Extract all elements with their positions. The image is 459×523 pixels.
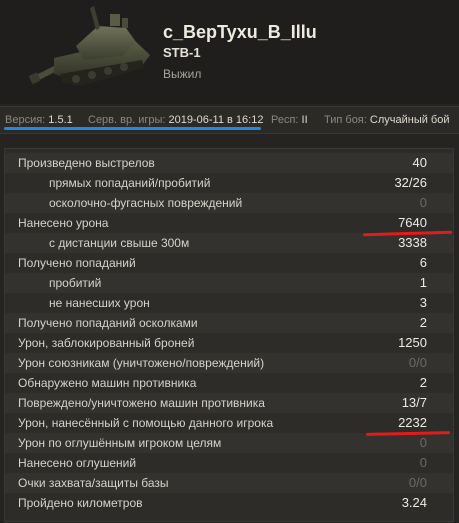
stat-label: Повреждено/уничтожено машин противника	[18, 396, 265, 410]
server-time-info: Серв. вр. игры: 2019-06-11 в 16:12	[88, 114, 263, 126]
stat-row-hits-pens: прямых попаданий/пробитий 32/26	[5, 173, 453, 193]
stat-row-stun-assist: Урон по оглушённым игроком целям 0	[5, 433, 453, 453]
resp-value: II	[301, 114, 308, 126]
stat-value: 0	[419, 455, 427, 470]
stat-label: Очки захвата/защиты базы	[18, 476, 169, 490]
blue-highlight-underline	[4, 127, 261, 130]
tank-name: STB-1	[163, 45, 201, 60]
stat-row-shots: Произведено выстрелов 40	[5, 153, 453, 173]
resp-label: Респ:	[271, 114, 299, 126]
stat-label: Урон по оглушённым игроком целям	[18, 436, 222, 450]
stat-value: 0	[419, 435, 427, 450]
stat-row-blocked-damage: Урон, заблокированный броней 1250	[5, 333, 453, 353]
stat-label: прямых попаданий/пробитий	[49, 176, 211, 190]
stat-value: 0	[419, 195, 427, 210]
stat-row-hits-received: Получено попаданий 6	[5, 253, 453, 273]
stat-value: 2232	[398, 415, 427, 430]
battle-header: c_BepTyxu_B_Illu STB-1 Выжил	[0, 0, 459, 104]
battle-type-label: Тип боя:	[324, 114, 367, 126]
battle-type-info: Тип боя: Случайный бой	[324, 114, 450, 126]
stat-value: 3	[419, 295, 427, 310]
stat-label: Нанесено оглушений	[18, 456, 137, 470]
stat-value: 40	[412, 155, 427, 170]
stat-value: 3338	[398, 235, 427, 250]
stats-panel: Произведено выстрелов 40 прямых попадани…	[4, 148, 454, 522]
stat-label: Пройдено километров	[18, 496, 143, 510]
stat-label: пробитий	[49, 276, 102, 290]
stat-row-splash-hits: Получено попаданий осколками 2	[5, 313, 453, 333]
stat-label: Обнаружено машин противника	[18, 376, 197, 390]
stat-value: 0/0	[408, 475, 427, 490]
stat-row-stuns: Нанесено оглушений 0	[5, 453, 453, 473]
player-name: c_BepTyxu_B_Illu	[163, 22, 317, 42]
stat-row-no-damage-hits: не нанесших урон 3	[5, 293, 453, 313]
survival-status: Выжил	[163, 67, 202, 81]
stat-label: осколочно-фугасных повреждений	[49, 196, 243, 210]
version-label: Версия:	[5, 114, 46, 126]
battle-type-value: Случайный бой	[369, 114, 450, 126]
stat-row-damaged-destroyed: Повреждено/уничтожено машин противника 1…	[5, 393, 453, 413]
stat-value: 2	[419, 375, 427, 390]
stat-value: 32/26	[394, 175, 427, 190]
stat-value: 1250	[398, 335, 427, 350]
stat-label: Урон союзникам (уничтожено/повреждений)	[18, 356, 265, 370]
stat-label: Урон, нанесённый с помощью данного игрок…	[18, 416, 274, 430]
stat-label: Урон, заблокированный броней	[18, 336, 195, 350]
stat-row-damage-dealt: Нанесено урона 7640	[5, 213, 453, 233]
stat-row-assist-damage: Урон, нанесённый с помощью данного игрок…	[5, 413, 453, 433]
stat-row-team-damage: Урон союзникам (уничтожено/повреждений) …	[5, 353, 453, 373]
stat-row-he-damage: осколочно-фугасных повреждений 0	[5, 193, 453, 213]
stat-value: 13/7	[401, 395, 427, 410]
stat-label: Получено попаданий осколками	[18, 316, 198, 330]
server-time-value: 2019-06-11 в 16:12	[168, 114, 264, 126]
stat-label: с дистанции свыше 300м	[49, 236, 190, 250]
stat-value: 1	[419, 275, 427, 290]
stat-value: 3.24	[401, 495, 427, 510]
stat-value: 2	[419, 315, 427, 330]
stat-row-long-range-damage: с дистанции свыше 300м 3338	[5, 233, 453, 253]
stat-label: Получено попаданий	[18, 256, 136, 270]
version-value: 1.5.1	[48, 114, 73, 126]
stat-row-distance: Пройдено километров 3.24	[5, 493, 453, 513]
version-info: Версия: 1.5.1	[5, 114, 73, 126]
server-time-label: Серв. вр. игры:	[88, 114, 166, 126]
stat-label: Нанесено урона	[18, 216, 109, 230]
tank-icon	[28, 6, 150, 86]
stat-row-spotted: Обнаружено машин противника 2	[5, 373, 453, 393]
stat-label: Произведено выстрелов	[18, 156, 155, 170]
stat-label: не нанесших урон	[49, 296, 150, 310]
resp-info: Респ: II	[271, 114, 308, 126]
stat-value: 6	[419, 255, 427, 270]
stat-value: 7640	[398, 215, 427, 230]
stat-row-base-points: Очки захвата/защиты базы 0/0	[5, 473, 453, 493]
stat-value: 0/0	[408, 355, 427, 370]
stat-row-pens-received: пробитий 1	[5, 273, 453, 293]
